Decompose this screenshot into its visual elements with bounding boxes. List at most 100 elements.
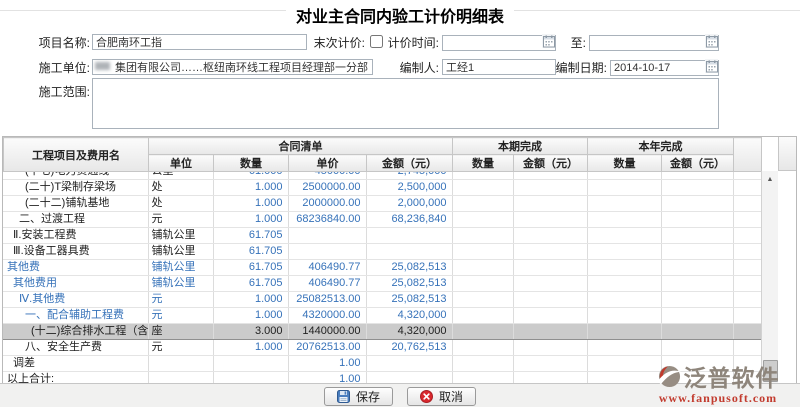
brand-name: 泛普软件 (684, 359, 780, 393)
cell-cur-qty (452, 356, 513, 372)
col-header-amount: 金额（元） (367, 155, 453, 172)
cell-year-amount (661, 340, 733, 356)
project-name-label: 项目名称: (10, 35, 90, 51)
fanpu-logo-icon (657, 364, 682, 389)
cell-cur-amount (513, 180, 587, 196)
table-row[interactable]: (二十二)铺轨基地处1.0002000000.002,000,000 (3, 196, 761, 212)
table-row[interactable]: Ⅳ.其他费元1.00025082513.0025,082,513 (3, 292, 761, 308)
pricing-time-input[interactable] (442, 35, 556, 51)
cell-name: (十七)电力贯通线 (3, 172, 148, 180)
cell-cur-amount (513, 308, 587, 324)
cell-qty: 1.000 (213, 180, 288, 196)
cell-cur-qty (452, 180, 513, 196)
cell-year-qty (587, 260, 661, 276)
pricing-time-to-field (589, 33, 719, 49)
cell-name: 调差 (3, 356, 148, 372)
table-row[interactable]: Ⅱ.安装工程费铺轨公里61.705 (3, 228, 761, 244)
final-pricing-checkbox[interactable] (370, 35, 383, 48)
cell-year-amount (661, 244, 733, 260)
cell-cur-amount (513, 244, 587, 260)
save-button[interactable]: 保存 (324, 387, 393, 406)
col-header-cur-qty: 数量 (453, 155, 514, 172)
compiler-input[interactable] (442, 59, 556, 75)
cell-qty: 61.705 (213, 244, 288, 260)
cell-unit: 元 (148, 340, 213, 356)
cell-price: 68236840.00 (288, 212, 366, 228)
project-name-input[interactable] (92, 34, 307, 50)
cell-name: (十二)综合排水工程（含给... (3, 324, 148, 340)
cell-cur-qty (452, 292, 513, 308)
brand-url: www.fanpusoft.com (640, 391, 796, 406)
cancel-button[interactable]: 取消 (407, 387, 476, 406)
col-header-price: 单价 (289, 155, 367, 172)
cell-unit: 座 (148, 324, 213, 340)
table-row[interactable]: (二十)T梁制存梁场处1.0002500000.002,500,000 (3, 180, 761, 196)
cell-spacer (733, 260, 761, 276)
vertical-scrollbar[interactable]: ▲ (761, 171, 778, 383)
construction-unit-field (92, 58, 373, 74)
cell-amount: 20,762,513 (366, 340, 452, 356)
project-name-field (92, 33, 307, 49)
table-row[interactable]: 一、配合辅助工程费元1.0004320000.004,320,000 (3, 308, 761, 324)
cell-year-qty (587, 180, 661, 196)
table-row[interactable]: Ⅲ.设备工器具费铺轨公里61.705 (3, 244, 761, 260)
pricing-time-label: 计价时间: (385, 35, 439, 51)
cell-cur-qty (452, 244, 513, 260)
construction-unit-input[interactable] (92, 59, 373, 75)
cell-unit: 元 (148, 308, 213, 324)
cell-unit: 铺轨公里 (148, 228, 213, 244)
cell-cur-qty (452, 324, 513, 340)
col-header-year-amount: 金额（元） (662, 155, 734, 172)
grid-header-table: 工程项目及费用名 合同清单 本期完成 本年完成 单位 数量 单价 金额（元） 数… (3, 137, 762, 172)
pricing-time-to-input[interactable] (589, 35, 719, 51)
save-button-label: 保存 (356, 388, 380, 405)
cell-name: 一、配合辅助工程费 (3, 308, 148, 324)
table-row[interactable]: 其他费铺轨公里61.705406490.7725,082,513 (3, 260, 761, 276)
cell-qty: 1.000 (213, 292, 288, 308)
cell-year-qty (587, 308, 661, 324)
cell-year-amount (661, 228, 733, 244)
cell-price: 2500000.00 (288, 180, 366, 196)
cell-unit: 铺轨公里 (148, 244, 213, 260)
cell-cur-amount (513, 340, 587, 356)
cell-year-amount (661, 260, 733, 276)
cell-cur-qty (452, 308, 513, 324)
calendar-icon[interactable] (705, 59, 718, 73)
cell-amount: 25,082,513 (366, 276, 452, 292)
calendar-icon[interactable] (705, 34, 718, 48)
cell-price: 406490.77 (288, 260, 366, 276)
cell-unit (148, 356, 213, 372)
cell-spacer (733, 228, 761, 244)
cell-cur-amount (513, 324, 587, 340)
cell-year-amount (661, 308, 733, 324)
col-group-current-year: 本年完成 (588, 138, 734, 155)
cell-price: 20762513.00 (288, 340, 366, 356)
table-row[interactable]: 二、过渡工程元1.00068236840.0068,236,840 (3, 212, 761, 228)
grid-body: (十七)电力贯通线公里61.00045000.002,745,000(二十)T梁… (3, 172, 796, 384)
cell-price (288, 228, 366, 244)
table-row[interactable]: 八、安全生产费元1.00020762513.0020,762,513 (3, 340, 761, 356)
cell-amount: 25,082,513 (366, 260, 452, 276)
grid-body-table: (十七)电力贯通线公里61.00045000.002,745,000(二十)T梁… (3, 172, 762, 384)
scrollbar-up-arrow[interactable]: ▲ (762, 173, 778, 187)
cell-price: 406490.77 (288, 276, 366, 292)
calendar-icon[interactable] (542, 34, 555, 48)
cell-year-amount (661, 196, 733, 212)
compile-date-label: 编制日期: (546, 60, 607, 76)
compile-date-input[interactable] (610, 60, 719, 76)
cell-spacer (733, 180, 761, 196)
page: 对业主合同内验工计价明细表 项目名称: 末次计价: 计价时间: 至: 施工单位:… (0, 0, 800, 407)
col-header-qty: 数量 (214, 155, 289, 172)
table-row[interactable]: (十二)综合排水工程（含给...座3.0001440000.004,320,00… (3, 324, 761, 340)
cell-year-amount (661, 324, 733, 340)
cell-price: 25082513.00 (288, 292, 366, 308)
table-row[interactable]: 其他费用铺轨公里61.705406490.7725,082,513 (3, 276, 761, 292)
cell-price: 1.00 (288, 356, 366, 372)
compiler-label: 编制人: (385, 60, 439, 76)
save-icon (337, 390, 350, 403)
scope-textarea[interactable] (92, 78, 719, 129)
table-row[interactable]: (十七)电力贯通线公里61.00045000.002,745,000 (3, 172, 761, 180)
cancel-button-label: 取消 (439, 388, 463, 405)
redaction-blur (95, 62, 110, 70)
vendor-watermark: 泛普软件 www.fanpusoft.com (640, 359, 796, 406)
